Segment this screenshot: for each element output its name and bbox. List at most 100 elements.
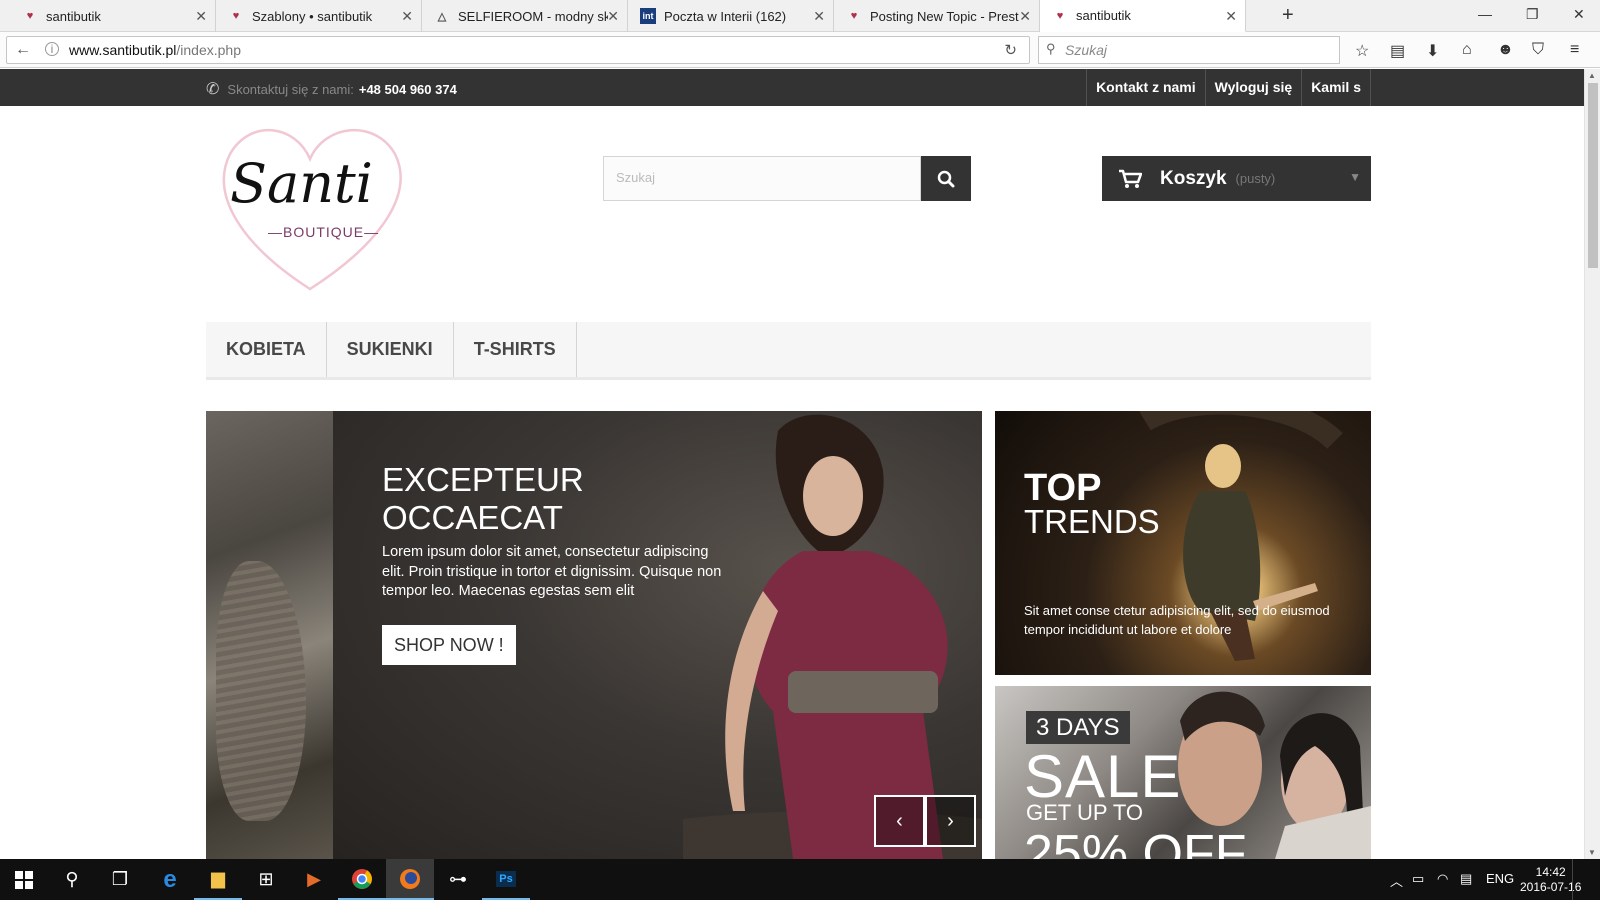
search-icon[interactable]: ⚲ [48,859,96,900]
wifi-icon[interactable]: ◠ [1437,871,1448,887]
browser-tab[interactable]: ♥ santibutik ✕ [10,0,216,32]
show-hidden-icons-chevron-icon[interactable]: ︿ [1390,871,1403,890]
minimize-icon[interactable]: — [1478,6,1492,22]
network-app-icon[interactable]: ⊶ [434,859,482,900]
close-tab-icon[interactable]: ✕ [813,8,825,25]
home-icon[interactable]: ⌂ [1462,41,1472,59]
edge-browser-icon[interactable]: e [146,859,194,900]
info-icon[interactable]: i [45,42,59,56]
sale-banner[interactable]: 3 DAYS SALE GET UP TO 25% OFF [995,686,1371,859]
triangle-favicon-icon: △ [437,10,447,23]
page-scrollbar[interactable]: ▲ ▼ [1584,69,1600,859]
close-tab-icon[interactable]: ✕ [607,8,619,25]
menu-item-tshirts[interactable]: T-SHIRTS [454,322,577,377]
new-tab-plus-icon[interactable]: + [1282,4,1294,27]
santi-favicon-icon: ♥ [850,10,858,22]
logo-script: Santi [230,152,373,215]
notifications-icon[interactable]: ▤ [1460,871,1472,887]
task-view-icon[interactable]: ❐ [96,859,144,900]
url-host: www.santibutik.pl [69,42,177,58]
browser-tab[interactable]: ♥ Szablony • santibutik ✕ [216,0,422,32]
shop-search-input[interactable]: Szukaj [603,156,921,201]
menu-item-sukienki[interactable]: SUKIENKI [327,322,454,377]
cart-label: Koszyk [1160,167,1227,189]
banner1-text: Sit amet conse ctetur adipisicing elit, … [1024,603,1330,637]
menu-item-kobieta[interactable]: KOBIETA [206,322,327,377]
santi-favicon-icon: ♥ [232,10,240,22]
phone-number: +48 504 960 374 [358,81,457,97]
url-bar[interactable]: ← i www.santibutik.pl/index.php ↻ [6,36,1030,64]
top-links: Kontakt z nami Wyloguj się Kamil s [1086,69,1371,106]
windows-taskbar: ⚲ ❐ e ▆ ⊞ ▶ ⊶ Ps ︿ ▭ ◠ ▤ ENG 14:42 2016-… [0,859,1600,900]
contact-us-link[interactable]: Kontakt z nami [1086,69,1205,106]
bookmark-star-icon[interactable]: ☆ [1355,41,1369,61]
close-window-icon[interactable]: ✕ [1573,6,1585,23]
download-icon[interactable]: ⬇ [1426,41,1439,61]
scroll-down-arrow-icon[interactable]: ▼ [1588,848,1596,857]
close-tab-icon[interactable]: ✕ [401,8,413,25]
slide-text: Lorem ipsum dolor sit amet, consectetur … [382,544,722,599]
search-icon: ⚲ [1046,41,1056,56]
battery-icon[interactable]: ▭ [1412,871,1424,887]
banner2-get-up-to: GET UP TO [1026,800,1143,825]
shop-now-button[interactable]: SHOP NOW ! [382,625,516,665]
site-logo[interactable]: Santi —BOUTIQUE— [210,124,410,294]
contact-info: ✆ Skontaktuj się z nami: +48 504 960 374 [206,79,457,99]
browser-search-input[interactable]: ⚲ Szukaj [1038,36,1340,64]
show-desktop-button[interactable] [1572,859,1600,900]
bookmarks-list-icon[interactable]: ▤ [1390,41,1405,61]
slide-image: EXCEPTEUR OCCAECAT Lorem ipsum dolor sit… [333,411,982,859]
tab-strip: ♥ santibutik ✕ ♥ Szablony • santibutik ✕… [0,0,1600,32]
back-arrow-icon[interactable]: ← [15,41,31,59]
banner2-days-badge: 3 DAYS [1026,711,1130,744]
close-tab-icon[interactable]: ✕ [1019,8,1031,25]
phone-icon: ✆ [206,81,220,98]
santi-favicon-icon: ♥ [26,10,34,22]
pocket-icon[interactable]: ⛉ [1532,41,1544,59]
santi-favicon-icon: ♥ [1056,9,1064,22]
top-trends-banner[interactable]: TOP TRENDS Sit amet conse ctetur adipisi… [995,411,1371,675]
main-menu: KOBIETA SUKIENKI T-SHIRTS [206,322,1371,380]
shop-search-button[interactable] [921,156,971,201]
web-page: ✆ Skontaktuj się z nami: +48 504 960 374… [0,69,1584,859]
media-player-icon[interactable]: ▶ [290,859,338,900]
scrollbar-thumb[interactable] [1588,83,1598,268]
menu-hamburger-icon[interactable]: ≡ [1570,41,1579,59]
chrome-icon[interactable] [338,859,386,900]
scroll-up-arrow-icon[interactable]: ▲ [1588,71,1596,80]
account-link[interactable]: Kamil s [1301,69,1371,106]
close-tab-icon[interactable]: ✕ [195,8,207,25]
logo-subtitle: —BOUTIQUE— [268,224,380,240]
banner1-title-trends: TRENDS [1024,503,1160,540]
logout-link[interactable]: Wyloguj się [1204,69,1302,106]
language-indicator[interactable]: ENG [1486,871,1514,886]
slider-next-chevron-icon[interactable]: › [925,795,976,847]
browser-tab[interactable]: ♥ Posting New Topic - Prest… ✕ [834,0,1040,32]
close-tab-icon[interactable]: ✕ [1225,8,1237,25]
search-icon [937,170,955,187]
store-icon[interactable]: ⊞ [242,859,290,900]
windows-start-icon[interactable] [0,859,48,900]
browser-toolbar: ← i www.santibutik.pl/index.php ↻ ⚲ Szuk… [0,32,1600,68]
slide-title: EXCEPTEUR OCCAECAT [382,461,584,536]
browser-tab[interactable]: int Poczta w Interii (162) ✕ [628,0,834,32]
cart-state: (pusty) [1235,171,1276,186]
site-top-bar: ✆ Skontaktuj się z nami: +48 504 960 374… [0,69,1584,106]
banner2-discount: 25% OFF [1024,825,1247,859]
previous-slide-image [206,411,333,859]
url-path: /index.php [176,42,241,58]
restore-icon[interactable]: ❐ [1526,6,1539,23]
slider-prev-chevron-icon[interactable]: ‹ [874,795,925,847]
browser-tab-active[interactable]: ♥ santibutik ✕ [1040,0,1246,32]
browser-tab[interactable]: △ SELFIEROOM - modny skl… ✕ [422,0,628,32]
firefox-icon[interactable] [386,859,434,900]
homepage-slider: EXCEPTEUR OCCAECAT Lorem ipsum dolor sit… [206,411,982,859]
hello-chat-icon[interactable]: ☻ [1497,41,1514,59]
contact-label: Skontaktuj się z nami: [227,81,354,97]
cart-button[interactable]: Koszyk (pusty) ▼ [1102,156,1371,201]
interia-favicon-icon: int [640,8,656,24]
reload-icon[interactable]: ↻ [1004,41,1017,59]
file-explorer-icon[interactable]: ▆ [194,859,242,900]
chevron-down-icon: ▼ [1349,170,1361,184]
photoshop-icon[interactable]: Ps [482,859,530,900]
